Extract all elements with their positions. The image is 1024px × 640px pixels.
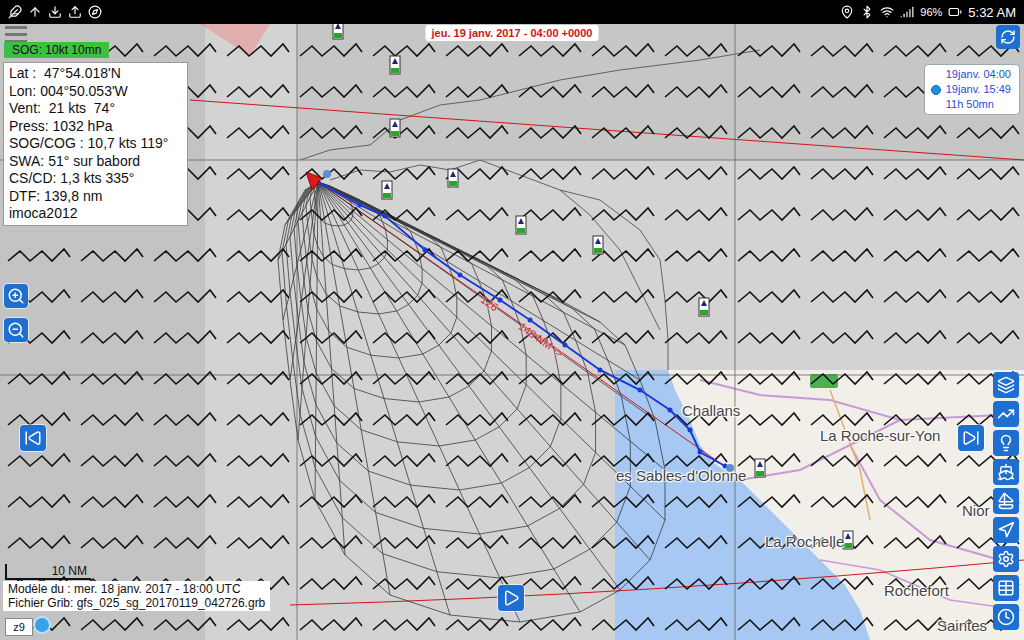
zoom-level: z9 [5,618,33,636]
place-label: La Rochelle [765,533,844,550]
buoy-icon[interactable] [390,56,400,74]
buoy-icon[interactable] [843,531,853,549]
previous-icon[interactable] [20,425,46,451]
route-point[interactable] [563,343,568,348]
grid-lines [0,24,1024,640]
signal-icon [900,5,914,19]
bluetooth-icon [860,5,874,19]
route-point[interactable] [358,203,363,208]
play-icon[interactable] [498,585,524,611]
buoy-icon[interactable] [755,459,765,477]
radio-dot[interactable] [931,85,941,95]
battery-icon [948,5,962,19]
gps-icon[interactable] [33,616,51,634]
buoy-icon[interactable] [593,236,603,254]
duration: 11h 50mn [931,97,1011,112]
route-point[interactable] [383,214,388,219]
route-point[interactable] [598,368,603,373]
boat-icon[interactable] [306,170,331,190]
info-line: imoca2012 [9,205,182,223]
table-icon[interactable] [993,575,1019,601]
layers-icon[interactable] [993,372,1019,398]
speed-label: SOG: 10kt 10mn [4,42,109,58]
clock-icon[interactable] [993,604,1019,630]
time-option[interactable]: 19janv. 15:49 [931,82,1011,97]
menu-icon[interactable] [5,26,27,43]
zoom-out-icon[interactable] [4,318,28,342]
buoy-icon[interactable] [699,298,709,316]
route-point[interactable] [458,273,463,278]
route-point[interactable] [638,388,643,393]
refresh-icon[interactable] [996,25,1020,49]
upload-arrow-icon [28,5,42,19]
sail-icon[interactable] [993,488,1019,514]
upload-icon [68,5,82,19]
place-label: Saintes [937,617,987,634]
place-label: Rochefort [884,582,949,599]
battery-level: 96% [920,6,942,18]
info-line: CS/CD: 1,3 kts 335° [9,170,182,188]
time-option[interactable]: 19janv. 04:00 [931,67,1011,82]
location-icon [840,5,854,19]
navigation-icon[interactable] [993,517,1019,543]
map-tile [615,370,1024,640]
gear-icon[interactable] [993,546,1019,572]
next-icon[interactable] [958,425,984,451]
toolbar [993,372,1019,630]
red-tracks [190,100,1024,605]
app-icon [8,5,22,19]
info-line: Press: 1032 hPa [9,118,182,136]
place-label: Challans [682,402,740,419]
info-line: SOG/COG : 10,7 kts 119° [9,135,182,153]
buoy-icon[interactable] [382,181,392,199]
zoom-in-icon[interactable] [4,284,28,308]
info-line: Lat : 47°54.018'N [9,65,182,83]
scale-bar: 10 NM [5,564,91,580]
model-info: Modèle du : mer. 18 janv. 2017 - 18:00 U… [3,581,270,611]
route-point[interactable] [423,248,428,253]
download-icon [48,5,62,19]
route-point[interactable] [668,408,673,413]
info-line: DTF: 139,8 nm [9,188,182,206]
buoy-icon[interactable] [333,24,343,39]
app: 96% 5:32 AM SOG: 10kt 10mn Lat : 47°54.018'… [0,0,1024,640]
time-box[interactable]: 19janv. 04:0019janv. 15:4911h 50mn [924,64,1020,115]
info-line: SWA: 51° sur babord [9,153,182,171]
status-bar: 96% 5:32 AM [0,0,1024,24]
curve-icon[interactable] [993,401,1019,427]
route[interactable] [316,180,728,469]
isochrones [278,182,665,622]
route-bearing: 126 [479,293,501,313]
place-label: es Sables-d'Olonne [616,467,746,484]
info-line: Vent: 21 kts 74° [9,100,182,118]
clock: 5:32 AM [968,5,1016,20]
place-label: La Roche-sur-Yon [820,427,940,444]
route-point[interactable] [528,318,533,323]
date-banner: jeu. 19 janv. 2017 - 04:00 +0000 [426,25,599,41]
compass-icon [88,5,102,19]
buoy-icon[interactable] [448,169,458,187]
boat-icon[interactable] [993,459,1019,485]
wifi-icon [880,5,894,19]
light-icon[interactable] [993,430,1019,456]
buoy-icon[interactable] [516,216,526,234]
route-point[interactable] [698,450,703,455]
warning-zone [200,24,270,56]
info-line: Lon: 004°50.053'W [9,83,182,101]
radio-dot[interactable] [931,70,941,80]
map[interactable]: SOG: 10kt 10mn Lat : 47°54.018'NLon: 004°… [0,24,1024,640]
buoy-icon[interactable] [390,119,400,137]
route-point[interactable] [688,428,693,433]
place-label: Nior [962,502,990,519]
info-panel: Lat : 47°54.018'NLon: 004°50.053'WVent: … [3,62,188,226]
